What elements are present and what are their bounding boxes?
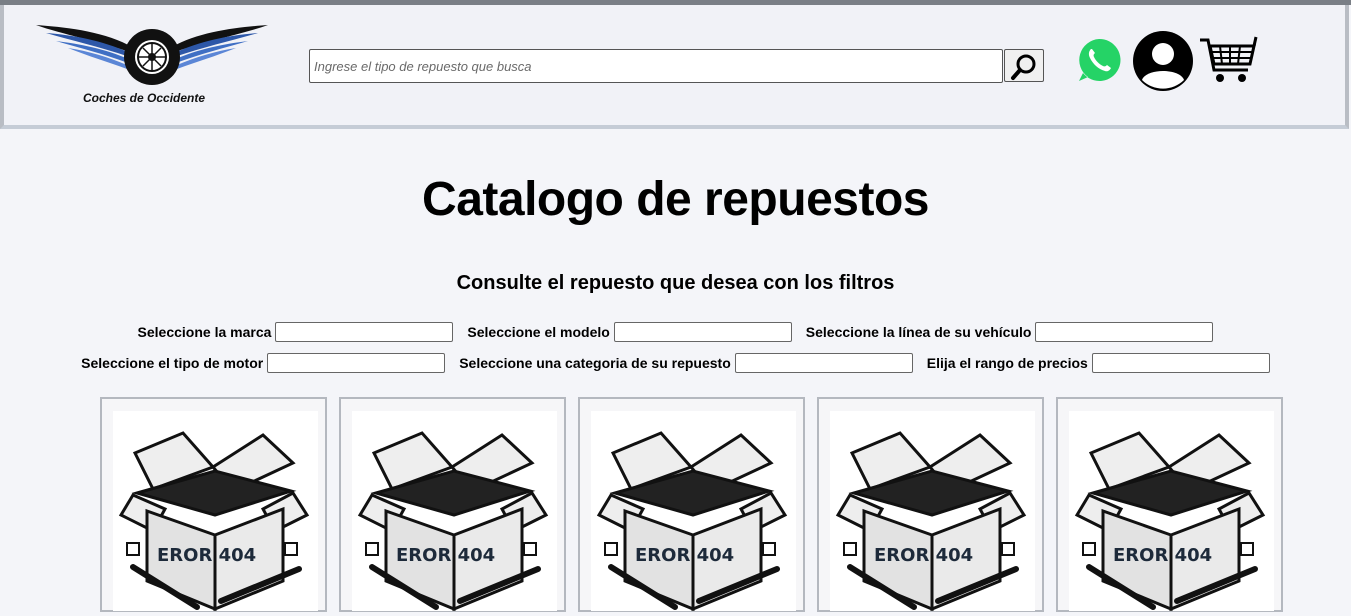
- filter-row: Seleccione el tipo de motor Seleccione u…: [0, 353, 1351, 373]
- filter-price-input[interactable]: [1091, 353, 1270, 373]
- filter-category: Seleccione una categoria de su repuesto: [459, 353, 913, 373]
- product-card[interactable]: EROR 404: [817, 397, 1044, 612]
- filter-row: Seleccione la marca Seleccione el modelo…: [0, 322, 1351, 342]
- product-card[interactable]: EROR 404: [1056, 397, 1283, 612]
- error-box-illustration: EROR 404: [596, 431, 788, 612]
- search-button[interactable]: [1004, 49, 1044, 82]
- filter-price-label: Elija el rango de precios: [926, 355, 1088, 371]
- page-title: Catalogo de repuestos: [422, 173, 929, 226]
- error-text: EROR 404: [874, 545, 973, 566]
- error-text: EROR 404: [396, 545, 495, 566]
- user-icon[interactable]: [1132, 30, 1194, 92]
- product-image[interactable]: EROR 404: [352, 411, 557, 612]
- whatsapp-icon[interactable]: [1075, 36, 1123, 84]
- error-text: EROR 404: [1113, 545, 1212, 566]
- error-text: EROR 404: [157, 545, 256, 566]
- cart-icon[interactable]: [1198, 34, 1258, 86]
- filter-category-label: Seleccione una categoria de su repuesto: [459, 355, 731, 371]
- filter-price: Elija el rango de precios: [927, 353, 1270, 373]
- error-box-illustration: EROR 404: [835, 431, 1027, 612]
- filter-line-label: Seleccione la línea de su vehículo: [805, 324, 1032, 340]
- product-image[interactable]: EROR 404: [113, 411, 318, 612]
- product-image[interactable]: EROR 404: [1069, 411, 1274, 612]
- error-box-illustration: EROR 404: [357, 431, 549, 612]
- page-subtitle: Consulte el repuesto que desea con los f…: [456, 272, 895, 294]
- product-card[interactable]: EROR 404: [100, 397, 327, 612]
- filter-line-input[interactable]: [1035, 322, 1214, 342]
- filter-engine-input[interactable]: [267, 353, 446, 373]
- filter-line: Seleccione la línea de su vehículo: [806, 322, 1214, 342]
- product-card[interactable]: EROR 404: [339, 397, 566, 612]
- product-image[interactable]: EROR 404: [830, 411, 1035, 612]
- filter-brand-label: Seleccione la marca: [137, 324, 272, 340]
- error-box-illustration: EROR 404: [1074, 431, 1266, 612]
- filter-engine: Seleccione el tipo de motor: [81, 353, 446, 373]
- search-input[interactable]: [309, 49, 1003, 83]
- filter-category-input[interactable]: [734, 353, 913, 373]
- filter-brand-input[interactable]: [275, 322, 454, 342]
- filter-model-input[interactable]: [613, 322, 792, 342]
- search-icon: [1011, 54, 1036, 80]
- product-card[interactable]: EROR 404: [578, 397, 805, 612]
- filter-model: Seleccione el modelo: [467, 322, 792, 342]
- error-box-illustration: EROR 404: [118, 431, 310, 612]
- filter-model-label: Seleccione el modelo: [467, 324, 610, 340]
- site-header: Coches de Occidente: [0, 5, 1349, 129]
- error-text: EROR 404: [635, 545, 734, 566]
- brand-name: Coches de Occidente: [83, 91, 206, 105]
- product-image[interactable]: EROR 404: [591, 411, 796, 612]
- filter-engine-label: Seleccione el tipo de motor: [81, 355, 264, 371]
- filter-brand: Seleccione la marca: [138, 322, 454, 342]
- product-grid: EROR 404 EROR 404 EROR 404 EROR 404 EROR…: [100, 397, 1290, 612]
